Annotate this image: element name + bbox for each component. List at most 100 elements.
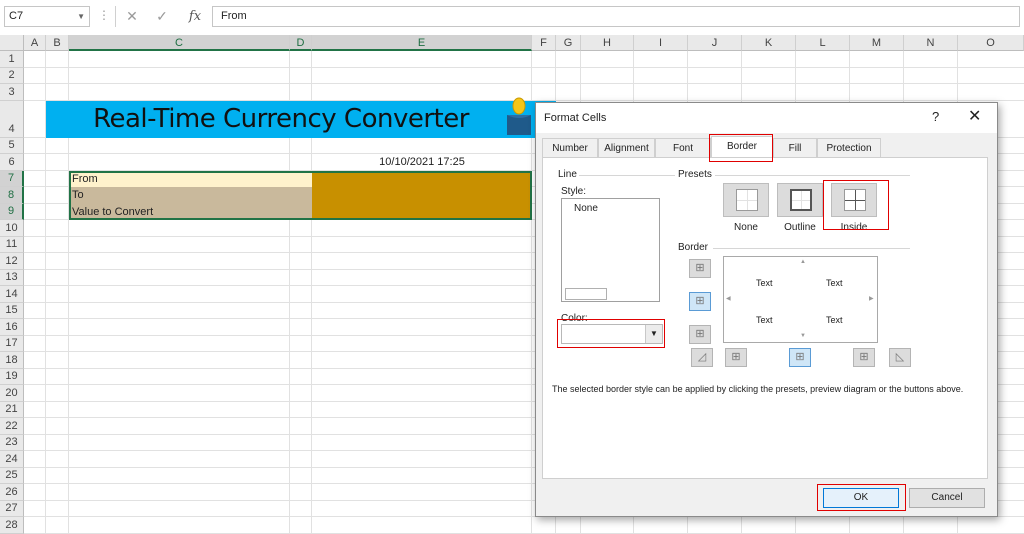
row-header-27[interactable]: 27 — [0, 501, 24, 517]
border-diagonal-up-button[interactable]: ◿ — [691, 348, 713, 367]
select-all-corner[interactable] — [0, 35, 24, 51]
preset-none-button[interactable] — [723, 183, 769, 217]
highlight-box — [817, 484, 906, 511]
row-header-23[interactable]: 23 — [0, 435, 24, 451]
column-header-e[interactable]: E — [312, 35, 532, 51]
line-style-list[interactable]: None — [561, 198, 660, 302]
row-header-3[interactable]: 3 — [0, 84, 24, 101]
row-header-8[interactable]: 8 — [0, 187, 24, 204]
row-header-24[interactable]: 24 — [0, 451, 24, 468]
border-inside-vertical-button[interactable]: ⊞ — [789, 348, 811, 367]
row-header-17[interactable]: 17 — [0, 336, 24, 352]
preview-text: Text — [756, 278, 773, 288]
row-header-4[interactable]: 4 — [0, 101, 24, 138]
confirm-entry-icon[interactable]: ✓ — [148, 6, 176, 27]
highlight-box — [823, 180, 889, 230]
selection-range — [69, 171, 532, 220]
scrollbar[interactable] — [565, 288, 607, 300]
tab-number[interactable]: Number — [542, 138, 598, 158]
preview-text: Text — [756, 315, 773, 325]
column-header-c[interactable]: C — [69, 35, 290, 51]
preset-outline-label: Outline — [784, 222, 816, 233]
divider — [115, 6, 116, 27]
row-header-19[interactable]: 19 — [0, 369, 24, 385]
border-right-button[interactable]: ⊞ — [853, 348, 875, 367]
row-header-15[interactable]: 15 — [0, 303, 24, 319]
column-header-m[interactable]: M — [850, 35, 904, 51]
border-bottom-button[interactable]: ⊞ — [689, 325, 711, 344]
row-header-20[interactable]: 20 — [0, 385, 24, 402]
dialog-titlebar[interactable]: Format Cells ? ✕ — [536, 103, 997, 133]
cancel-entry-icon[interactable]: ✕ — [118, 6, 146, 27]
row-header-13[interactable]: 13 — [0, 270, 24, 286]
name-box[interactable]: C7 ▼ — [4, 6, 90, 27]
row-header-12[interactable]: 12 — [0, 253, 24, 270]
column-header-i[interactable]: I — [634, 35, 688, 51]
border-group-label: Border — [678, 242, 709, 253]
divider — [715, 175, 910, 176]
mark-icon: ▼ — [800, 333, 806, 339]
preset-none-label: None — [734, 222, 758, 233]
column-header-f[interactable]: F — [532, 35, 556, 51]
divider — [713, 248, 910, 249]
formula-bar: C7 ▼ ⋮ ✕ ✓ fx From — [0, 0, 1024, 33]
formula-input[interactable]: From — [212, 6, 1020, 27]
tab-protection[interactable]: Protection — [817, 138, 881, 158]
row-header-26[interactable]: 26 — [0, 484, 24, 501]
row-header-9[interactable]: 9 — [0, 204, 24, 220]
insert-function-icon[interactable]: fx — [180, 6, 210, 27]
row-header-1[interactable]: 1 — [0, 51, 24, 68]
line-style-none[interactable]: None — [574, 203, 598, 214]
help-icon[interactable]: ? — [932, 109, 939, 124]
column-header-n[interactable]: N — [904, 35, 958, 51]
tab-font[interactable]: Font — [655, 138, 711, 158]
column-header-g[interactable]: G — [556, 35, 581, 51]
row-header-10[interactable]: 10 — [0, 220, 24, 237]
tab-alignment[interactable]: Alignment — [598, 138, 655, 158]
row-header-5[interactable]: 5 — [0, 138, 24, 154]
hint-text: The selected border style can be applied… — [552, 384, 964, 394]
mark-icon: ▶ — [869, 296, 874, 302]
cancel-button[interactable]: Cancel — [909, 488, 985, 508]
column-header-k[interactable]: K — [742, 35, 796, 51]
row-header-7[interactable]: 7 — [0, 171, 24, 187]
border-inside-horizontal-button[interactable]: ⊞ — [689, 292, 711, 311]
row-header-21[interactable]: 21 — [0, 402, 24, 418]
mark-icon: ▲ — [800, 259, 806, 265]
close-icon[interactable]: ✕ — [968, 106, 981, 126]
row-header-14[interactable]: 14 — [0, 286, 24, 303]
line-group-label: Line — [558, 169, 577, 180]
border-left-button[interactable]: ⊞ — [725, 348, 747, 367]
tab-fill[interactable]: Fill — [773, 138, 817, 158]
chevron-down-icon[interactable]: ▼ — [77, 7, 85, 26]
preview-text: Text — [826, 315, 843, 325]
column-header-a[interactable]: A — [24, 35, 46, 51]
column-header-b[interactable]: B — [46, 35, 69, 51]
column-header-l[interactable]: L — [796, 35, 850, 51]
banner-title: Real-Time Currency Converter — [93, 104, 469, 134]
highlight-box — [557, 319, 665, 348]
row-header-18[interactable]: 18 — [0, 352, 24, 369]
more-dots-icon: ⋮ — [98, 8, 110, 22]
mark-icon: ◀ — [726, 296, 731, 302]
row-header-22[interactable]: 22 — [0, 418, 24, 435]
column-header-o[interactable]: O — [958, 35, 1024, 51]
column-header-j[interactable]: J — [688, 35, 742, 51]
presets-group-label: Presets — [678, 169, 712, 180]
dialog-title: Format Cells — [544, 112, 607, 124]
row-header-6[interactable]: 6 — [0, 154, 24, 171]
row-header-11[interactable]: 11 — [0, 237, 24, 253]
row-header-2[interactable]: 2 — [0, 68, 24, 84]
row-header-25[interactable]: 25 — [0, 468, 24, 484]
preset-outline-icon — [790, 189, 812, 211]
border-diagonal-down-button[interactable]: ◺ — [889, 348, 911, 367]
preset-outline-button[interactable] — [777, 183, 823, 217]
column-header-h[interactable]: H — [581, 35, 634, 51]
border-top-button[interactable]: ⊞ — [689, 259, 711, 278]
name-box-value: C7 — [9, 10, 24, 22]
row-header-28[interactable]: 28 — [0, 517, 24, 534]
border-preview[interactable]: Text Text Text Text ▲ ▼ ◀ ▶ — [723, 256, 878, 343]
row-header-16[interactable]: 16 — [0, 319, 24, 336]
grid-line — [24, 83, 1024, 84]
column-header-d[interactable]: D — [290, 35, 312, 51]
